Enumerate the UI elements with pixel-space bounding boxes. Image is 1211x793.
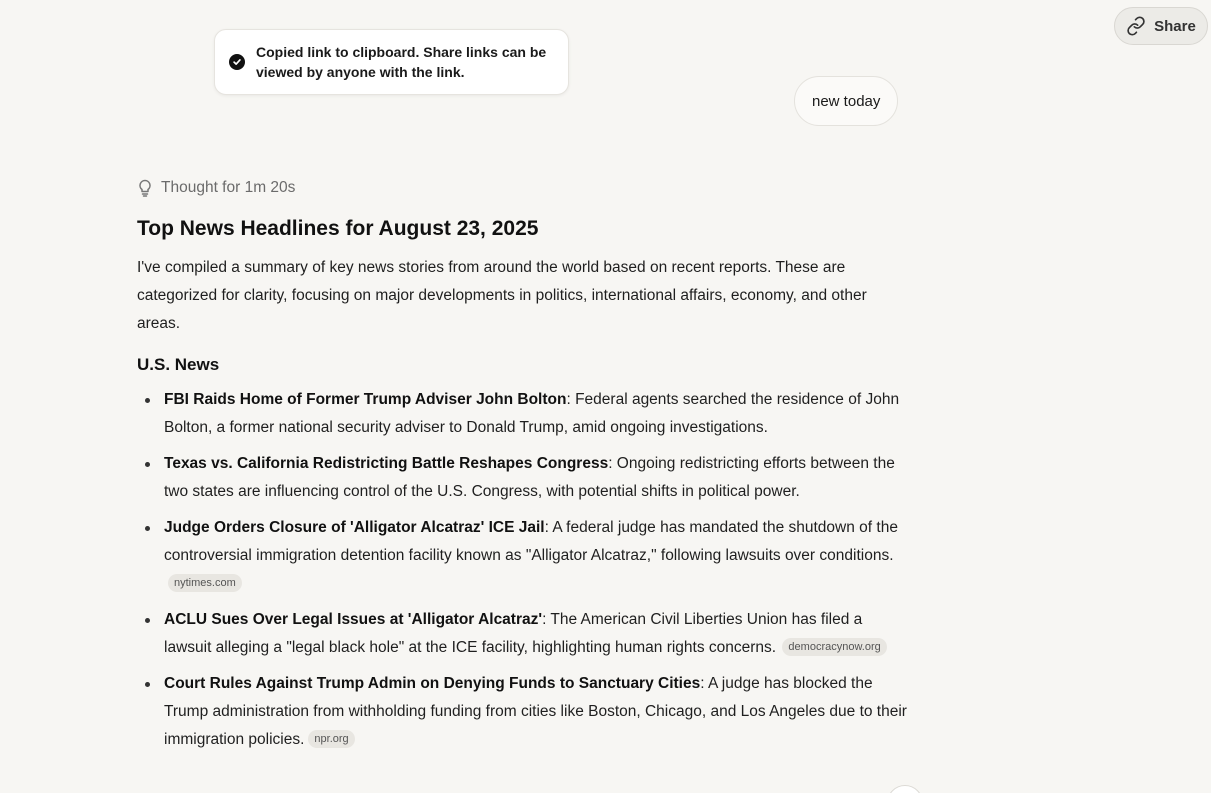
toast-message: Copied link to clipboard. Share links ca… bbox=[256, 44, 547, 80]
list-item: ACLU Sues Over Legal Issues at 'Alligato… bbox=[137, 606, 907, 662]
share-button-label: Share bbox=[1154, 17, 1196, 35]
news-headline: FBI Raids Home of Former Trump Adviser J… bbox=[164, 391, 567, 408]
news-headline: Court Rules Against Trump Admin on Denyi… bbox=[164, 675, 701, 692]
us-news-list: FBI Raids Home of Former Trump Adviser J… bbox=[137, 386, 907, 754]
chat-page: Share Copied link to clipboard. Share li… bbox=[0, 0, 1211, 793]
news-headline: Texas vs. California Redistricting Battl… bbox=[164, 455, 609, 472]
news-headline: ACLU Sues Over Legal Issues at 'Alligato… bbox=[164, 611, 543, 628]
check-circle-icon bbox=[229, 54, 245, 70]
response-intro: I've compiled a summary of key news stor… bbox=[137, 259, 867, 332]
scroll-down-button[interactable] bbox=[887, 785, 923, 793]
source-chip[interactable]: democracynow.org bbox=[782, 638, 887, 656]
link-icon bbox=[1126, 16, 1146, 36]
thought-label: Thought for 1m 20s bbox=[161, 179, 296, 196]
copied-link-toast: Copied link to clipboard. Share links ca… bbox=[214, 29, 569, 95]
user-message-bubble: new today bbox=[794, 76, 899, 126]
list-item: FBI Raids Home of Former Trump Adviser J… bbox=[137, 386, 907, 442]
source-chip[interactable]: npr.org bbox=[308, 730, 355, 748]
share-button[interactable]: Share bbox=[1114, 7, 1208, 45]
section-heading-us-news: U.S. News bbox=[137, 355, 220, 374]
lightbulb-icon bbox=[137, 179, 153, 197]
source-chip[interactable]: nytimes.com bbox=[168, 574, 242, 592]
assistant-response: Thought for 1m 20s Top News Headlines fo… bbox=[137, 176, 907, 762]
news-headline: Judge Orders Closure of 'Alligator Alcat… bbox=[164, 519, 545, 536]
response-title: Top News Headlines for August 23, 2025 bbox=[137, 217, 539, 240]
thought-toggle[interactable]: Thought for 1m 20s bbox=[137, 176, 907, 200]
list-item: Judge Orders Closure of 'Alligator Alcat… bbox=[137, 514, 907, 598]
user-message-text: new today bbox=[812, 92, 881, 110]
list-item: Court Rules Against Trump Admin on Denyi… bbox=[137, 670, 907, 754]
list-item: Texas vs. California Redistricting Battl… bbox=[137, 450, 907, 506]
